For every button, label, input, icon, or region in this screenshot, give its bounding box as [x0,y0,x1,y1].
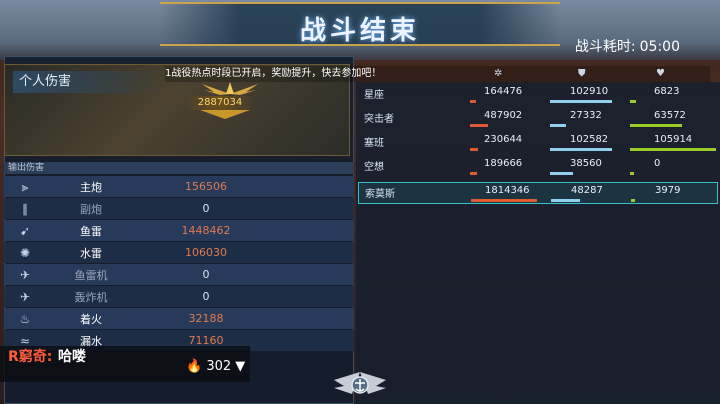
mine-icon: ✺ [19,245,31,260]
scoreboard-row[interactable]: 空想 189666 38560 0 [358,156,718,178]
page-title: 战斗结束 [299,16,420,46]
damage-type-value: 0 [202,268,210,281]
damage-type-name: 鱼雷机 [74,268,108,282]
taken-value: 27332 [570,110,602,121]
navy-emblem-icon[interactable] [330,368,390,400]
damage-type-name: 着火 [80,312,102,326]
damage-row: ✈ 鱼雷机 0 [4,264,354,285]
player-name: 突击者 [364,114,394,125]
damage-bar [470,124,488,127]
torpedo-icon: ➹ [19,223,31,238]
main-gun-icon: ⫸ [21,179,29,194]
damage-value: 1814346 [485,185,530,196]
battle-duration: 战斗耗时: 05:00 [571,36,680,56]
taken-value: 102910 [570,86,609,97]
damage-value: 487902 [484,110,523,121]
viewer-count[interactable]: 🔥 302 ▼ [186,358,245,376]
damage-type-value: 106030 [185,246,227,259]
damage-row: ➹ 鱼雷 1448462 [4,220,354,241]
fire-icon: ♨ [19,311,31,326]
repair-bar [630,148,716,151]
repair-value: 6823 [654,86,680,97]
total-damage-value: 2887034 [186,96,254,110]
damage-type-value: 1448462 [181,224,231,237]
flame-icon: 🔥 [186,359,203,374]
damage-row: ✺ 水雷 106030 [4,242,354,263]
scoreboard-row[interactable]: 星座 164476 102910 6823 [358,84,718,106]
chat-username: R窮奇: [8,349,53,365]
repair-bar [630,172,634,175]
scoreboard-panel [356,82,720,404]
taken-bar [550,124,567,127]
repair-icon: ♥ [656,68,665,79]
repair-bar [630,124,682,127]
scoreboard-row[interactable]: 塞班 230644 102582 105914 [358,132,718,154]
repair-bar [631,199,635,202]
torpedo-bomber-icon: ✈ [19,267,31,282]
damage-row: ♨ 着火 32188 [4,308,354,329]
damage-type-name: 水雷 [80,246,102,260]
taken-bar [550,172,574,175]
damage-type-name: 鱼雷 [80,224,102,238]
chat-message: 哈喽 [58,349,86,365]
repair-value: 105914 [654,134,693,145]
duration-label: 战斗耗时: [574,39,636,55]
scoreboard-row[interactable]: 突击者 487902 27332 63572 [358,108,718,130]
rank-chevron-icon [200,110,250,119]
damage-row: ⫸ 主炮 156506 [4,176,354,197]
taken-bar [551,199,581,202]
personal-damage-label: 个人伤害 [13,71,163,93]
secondary-gun-icon: ∥ [22,201,28,216]
taken-bar [550,100,612,103]
damage-row: ✈ 轰炸机 0 [4,286,354,307]
damage-type-value: 0 [202,202,210,215]
damage-type-value: 0 [202,290,210,303]
damage-bar [470,172,477,175]
player-name: 索莫斯 [365,189,395,200]
damage-type-name: 副炮 [80,202,102,216]
damage-type-name: 主炮 [80,180,102,194]
damage-taken-icon: ⛊ [578,68,586,79]
damage-type-value: 156506 [185,180,227,193]
taken-value: 38560 [570,158,602,169]
viewer-count-value: 302 [206,359,232,374]
taken-value: 102582 [570,134,609,145]
wings-icon [202,82,258,95]
damage-row: ∥ 副炮 0 [4,198,354,219]
repair-value: 3979 [655,185,681,196]
damage-value: 230644 [484,134,523,145]
player-name: 塞班 [364,138,384,149]
taken-value: 48287 [571,185,603,196]
repair-value: 63572 [654,110,686,121]
damage-bar [471,199,537,202]
repair-bar [630,100,636,103]
damage-type-value: 32188 [188,312,224,325]
bomber-icon: ✈ [19,289,31,304]
damage-dealt-icon: ✲ [494,68,503,79]
damage-value: 164476 [484,86,523,97]
taken-bar [550,148,612,151]
damage-type-name: 轰炸机 [74,290,108,304]
chevron-down-icon[interactable]: ▼ [235,359,245,374]
repair-value: 0 [654,158,661,169]
player-name: 星座 [364,90,384,101]
output-damage-header: 输出伤害 [4,162,354,174]
scoreboard-row[interactable]: 索莫斯 1814346 48287 3979 [358,182,718,204]
damage-value: 189666 [484,158,523,169]
player-name: 空想 [364,162,384,173]
chat-overlay: R窮奇: 哈喽 🔥 302 ▼ [0,346,250,382]
title-banner: 战斗结束 [160,2,560,46]
damage-bar [470,100,476,103]
damage-bar [470,148,479,151]
duration-value: 05:00 [639,39,680,55]
